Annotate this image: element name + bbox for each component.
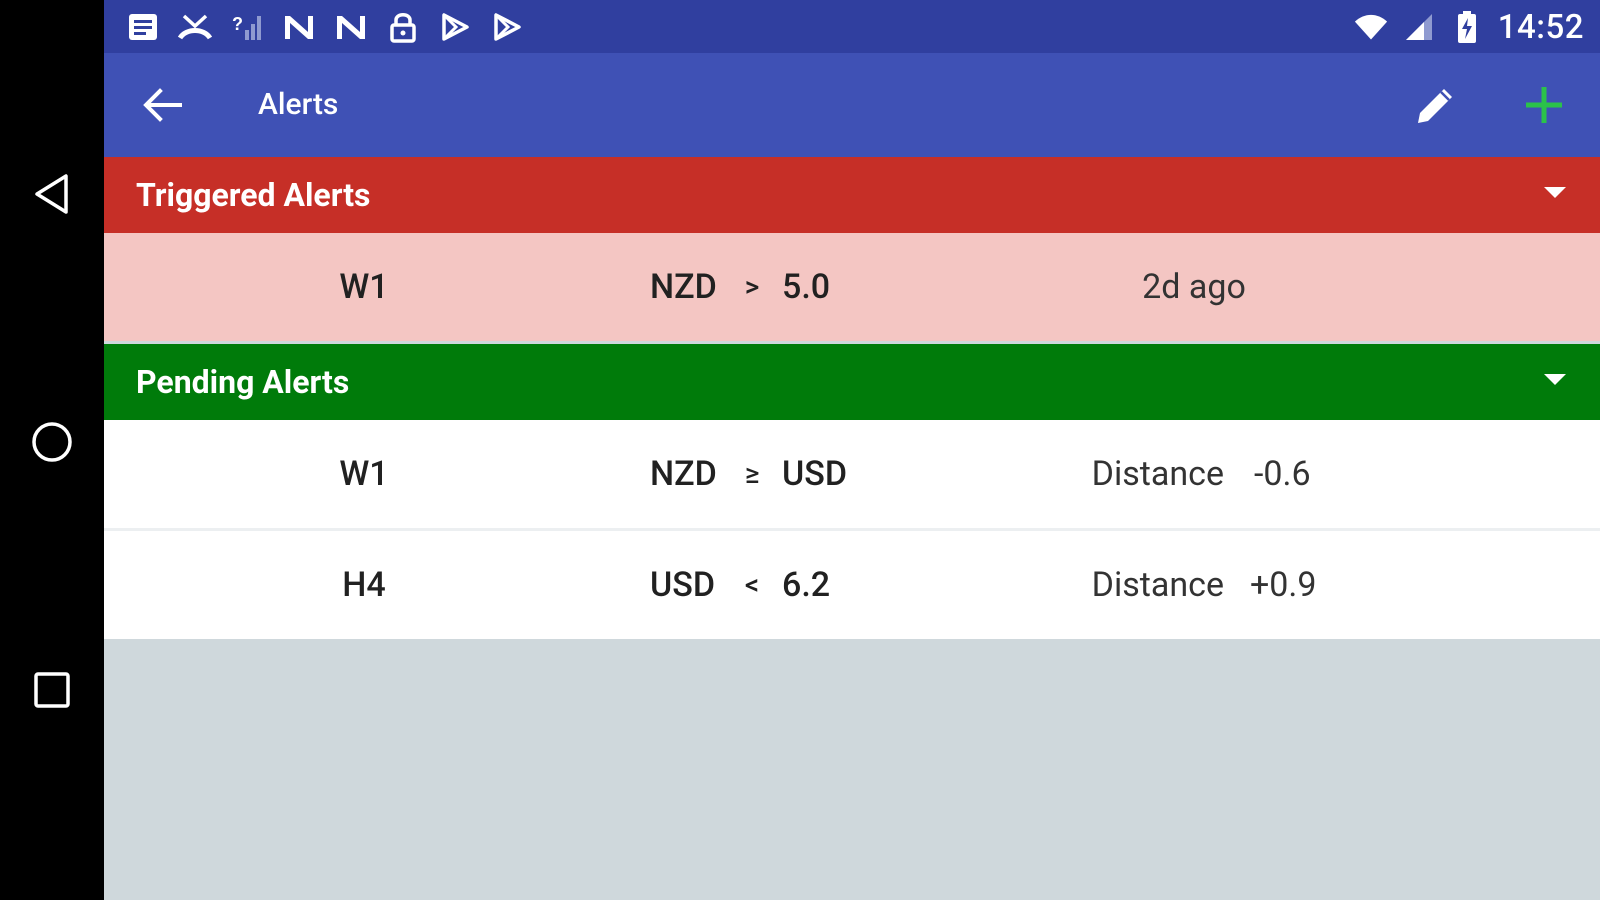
- system-navigation-bar: [0, 0, 104, 900]
- alert-timeframe: W1: [339, 454, 389, 494]
- circle-home-icon: [32, 422, 72, 462]
- battery-charging-icon: [1450, 10, 1484, 44]
- play-store-icon: [438, 10, 472, 44]
- distance-label: Distance: [1091, 565, 1224, 605]
- signal-icon: [1402, 10, 1436, 44]
- alert-symbol: NZD: [650, 267, 717, 307]
- distance-label: Distance: [1091, 454, 1224, 494]
- device-screen: ? 14:52 Alerts Triggered Alerts W1 NZD >…: [0, 0, 1600, 900]
- clock-time: 14:52: [1497, 7, 1584, 47]
- alert-time-ago: 2d ago: [1142, 267, 1246, 307]
- arrow-back-icon: [143, 88, 182, 122]
- edit-button[interactable]: [1408, 77, 1464, 133]
- alert-value: 5.0: [782, 267, 831, 307]
- plus-icon: [1526, 87, 1562, 123]
- lock-icon: [386, 10, 420, 44]
- alert-symbol: NZD: [650, 454, 717, 494]
- section-title: Triggered Alerts: [136, 176, 371, 214]
- alert-symbol: USD: [650, 565, 716, 605]
- nav-home-button[interactable]: [0, 390, 104, 494]
- nav-recents-button[interactable]: [0, 638, 104, 742]
- system-status-icons: 14:52: [1354, 7, 1584, 47]
- status-bar: ? 14:52: [104, 0, 1600, 53]
- caret-down-icon[interactable]: [1544, 374, 1566, 385]
- pencil-icon: [1418, 89, 1452, 123]
- page-title: Alerts: [258, 87, 339, 122]
- section-title: Pending Alerts: [136, 363, 350, 401]
- no-signal-icon: ?: [230, 10, 264, 44]
- triangle-back-icon: [35, 174, 68, 214]
- triggered-alerts-header[interactable]: Triggered Alerts: [104, 157, 1600, 233]
- empty-list-area: [104, 639, 1600, 900]
- add-alert-button[interactable]: [1516, 77, 1572, 133]
- caret-down-icon[interactable]: [1544, 187, 1566, 198]
- back-button[interactable]: [134, 77, 190, 133]
- message-icon: [126, 10, 160, 44]
- n-app-icon: [282, 10, 316, 44]
- distance-value: +0.9: [1250, 565, 1317, 605]
- triggered-alert-row[interactable]: W1 NZD > 5.0 2d ago: [104, 233, 1600, 341]
- pending-alerts-header[interactable]: Pending Alerts: [104, 344, 1600, 420]
- distance-value: -0.6: [1254, 454, 1311, 494]
- alert-timeframe: H4: [342, 565, 386, 605]
- alert-value: USD: [782, 454, 848, 494]
- square-recents-icon: [34, 672, 70, 708]
- app-toolbar: Alerts: [104, 53, 1600, 157]
- notification-icons: ?: [126, 10, 524, 44]
- alert-operator: ≥: [744, 457, 760, 490]
- nav-back-button[interactable]: [0, 142, 104, 246]
- wifi-icon: [1354, 10, 1388, 44]
- missed-call-icon: [178, 10, 212, 44]
- pending-alert-row[interactable]: H4 USD < 6.2 Distance +0.9: [104, 531, 1600, 639]
- svg-text:?: ?: [232, 14, 243, 34]
- pending-alert-row[interactable]: W1 NZD ≥ USD Distance -0.6: [104, 420, 1600, 528]
- app-screen: ? 14:52 Alerts Triggered Alerts W1 NZD >…: [104, 0, 1600, 900]
- alert-operator: >: [744, 270, 760, 303]
- alert-operator: <: [744, 568, 760, 601]
- play-store-icon: [490, 10, 524, 44]
- alert-timeframe: W1: [339, 267, 389, 307]
- alert-value: 6.2: [782, 565, 831, 605]
- n-app-icon: [334, 10, 368, 44]
